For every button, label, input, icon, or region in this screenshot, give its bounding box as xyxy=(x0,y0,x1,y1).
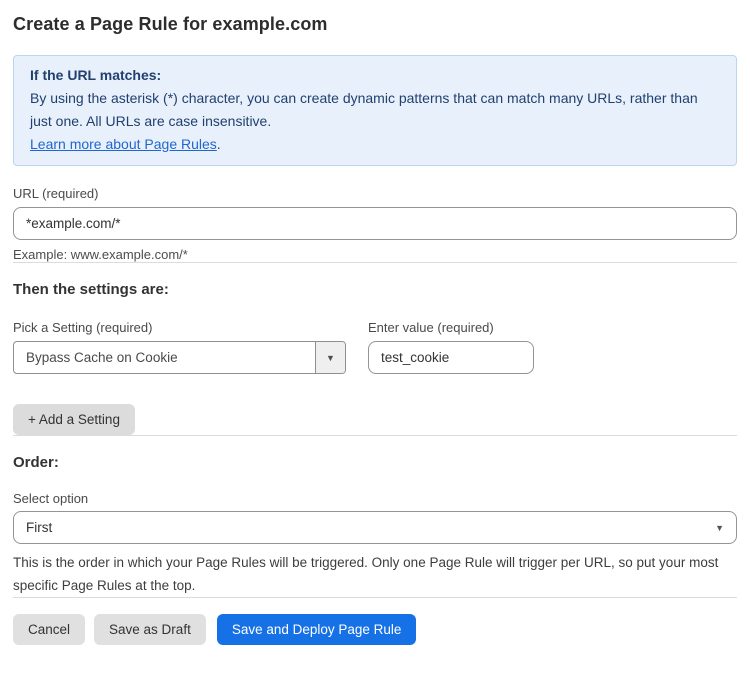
pick-setting-label: Pick a Setting (required) xyxy=(13,320,346,335)
setting-value-column: Enter value (required) xyxy=(368,298,534,374)
info-box-body: By using the asterisk (*) character, you… xyxy=(30,87,720,133)
order-select-label: Select option xyxy=(13,491,737,506)
order-section-heading: Order: xyxy=(13,454,737,471)
add-setting-button[interactable]: + Add a Setting xyxy=(13,404,135,435)
settings-section-heading: Then the settings are: xyxy=(13,281,737,298)
setting-select[interactable]: Bypass Cache on Cookie ▼ xyxy=(13,341,346,374)
info-box-heading: If the URL matches: xyxy=(30,64,720,87)
setting-value-input[interactable] xyxy=(368,341,534,374)
order-select-value: First xyxy=(26,520,52,535)
cancel-button[interactable]: Cancel xyxy=(13,614,85,645)
setting-select-value: Bypass Cache on Cookie xyxy=(14,342,315,373)
url-input[interactable] xyxy=(13,207,737,240)
save-and-deploy-button[interactable]: Save and Deploy Page Rule xyxy=(217,614,417,645)
setting-picker-column: Pick a Setting (required) Bypass Cache o… xyxy=(13,298,346,374)
order-select[interactable]: First ▼ xyxy=(13,511,737,544)
settings-row: Pick a Setting (required) Bypass Cache o… xyxy=(13,298,737,374)
setting-select-arrow-button[interactable]: ▼ xyxy=(315,342,345,373)
link-suffix: . xyxy=(217,136,221,152)
create-page-rule-form: Create a Page Rule for example.com If th… xyxy=(0,0,750,657)
divider xyxy=(13,262,737,263)
chevron-down-icon: ▼ xyxy=(326,353,335,363)
divider xyxy=(13,597,737,598)
enter-value-label: Enter value (required) xyxy=(368,320,534,335)
page-title: Create a Page Rule for example.com xyxy=(13,14,737,35)
info-box-link-line: Learn more about Page Rules. xyxy=(30,133,720,156)
url-label: URL (required) xyxy=(13,186,737,201)
order-help-text: This is the order in which your Page Rul… xyxy=(13,551,737,597)
url-matches-info-box: If the URL matches: By using the asteris… xyxy=(13,55,737,166)
divider xyxy=(13,435,737,436)
url-example-text: Example: www.example.com/* xyxy=(13,247,737,262)
learn-more-link[interactable]: Learn more about Page Rules xyxy=(30,136,217,152)
footer-actions: Cancel Save as Draft Save and Deploy Pag… xyxy=(13,614,737,645)
save-as-draft-button[interactable]: Save as Draft xyxy=(94,614,206,645)
chevron-down-icon: ▼ xyxy=(715,523,724,533)
